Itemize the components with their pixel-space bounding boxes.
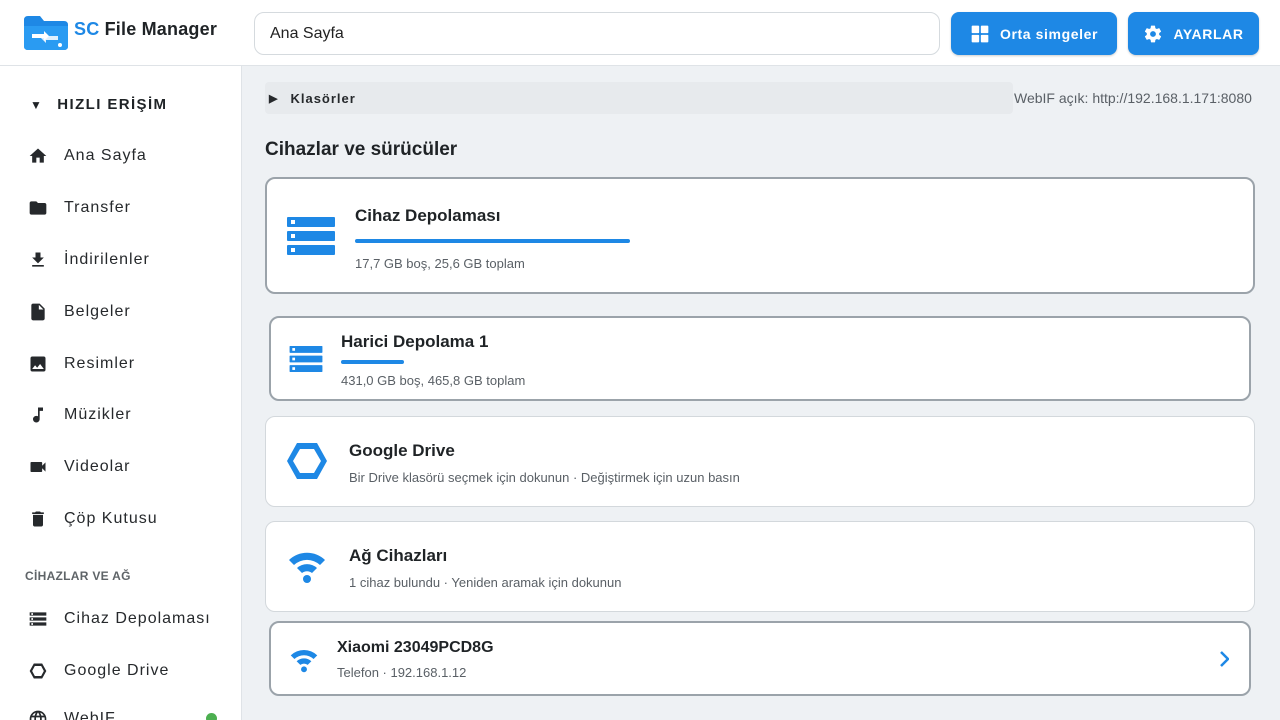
quick-access-header[interactable]: ▼ HIZLI ERİŞİM <box>30 96 167 113</box>
sidebar-item-google-drive[interactable]: Google Drive <box>28 656 169 686</box>
trash-icon <box>32 511 44 527</box>
app-title-rest: File Manager <box>99 19 218 39</box>
view-mode-button[interactable]: Orta simgeler <box>951 12 1117 55</box>
card-title: Ağ Cihazları <box>349 546 448 565</box>
folder-icon <box>29 201 47 215</box>
sidebar-item-label: WebIF <box>64 710 116 720</box>
gear-icon <box>1145 25 1162 42</box>
webif-status-dot <box>206 713 217 720</box>
image-icon <box>30 356 46 372</box>
sidebar-item-device-storage[interactable]: Cihaz Depolaması <box>28 604 211 634</box>
card-network-device-xiaomi[interactable]: Xiaomi 23049PCD8G Telefon · 192.168.1.12 <box>269 621 1251 696</box>
sidebar-item-label: Videolar <box>64 458 131 475</box>
settings-label: AYARLAR <box>1173 25 1244 42</box>
card-google-drive[interactable]: Google Drive Bir Drive klasörü seçmek iç… <box>265 416 1255 507</box>
drive-hexagon-icon <box>29 663 47 679</box>
app-title-prefix: SC <box>74 19 100 39</box>
card-subtitle: Telefon · 192.168.1.12 <box>337 665 467 680</box>
chevron-right-icon <box>1220 651 1229 667</box>
sidebar-item-label: Google Drive <box>64 662 170 679</box>
quick-access-title: HIZLI ERİŞİM <box>57 96 168 113</box>
drive-hexagon-icon <box>287 443 327 484</box>
storage-icon <box>289 346 323 377</box>
sidebar-item-documents[interactable]: Belgeler <box>28 297 131 327</box>
path-field[interactable]: Ana Sayfa <box>254 12 940 55</box>
card-subtitle: 431,0 GB boş, 465,8 GB toplam <box>341 373 526 388</box>
card-device-storage[interactable]: Cihaz Depolaması 17,7 GB boş, 25,6 GB to… <box>265 177 1255 294</box>
folders-label: Klasörler <box>290 90 356 106</box>
collapse-triangle-icon: ▼ <box>30 97 44 112</box>
sidebar-item-label: Çöp Kutusu <box>64 510 158 527</box>
grid-view-icon <box>971 25 989 42</box>
download-icon <box>32 252 44 267</box>
videocam-icon <box>30 462 46 472</box>
card-title: Cihaz Depolaması <box>355 206 501 225</box>
card-title: Xiaomi 23049PCD8G <box>337 639 494 656</box>
sidebar-item-images[interactable]: Resimler <box>28 349 135 379</box>
folders-toggle[interactable]: ▶ Klasörler <box>265 82 1013 114</box>
card-subtitle: 17,7 GB boş, 25,6 GB toplam <box>355 256 525 271</box>
card-subtitle: 1 cihaz bulundu · Yeniden aramak için do… <box>349 575 622 590</box>
card-external-storage[interactable]: Harici Depolama 1 431,0 GB boş, 465,8 GB… <box>269 316 1251 401</box>
sidebar-item-label: Cihaz Depolaması <box>64 610 211 627</box>
card-title: Harici Depolama 1 <box>341 332 489 351</box>
sidebar-item-label: Belgeler <box>64 303 131 320</box>
app-logo-icon <box>24 16 68 50</box>
storage-icon <box>287 217 335 260</box>
sidebar-item-videos[interactable]: Videolar <box>28 452 130 482</box>
card-title: Google Drive <box>349 441 455 460</box>
sidebar-item-transfer[interactable]: Transfer <box>28 193 131 223</box>
music-note-icon <box>33 407 43 423</box>
card-subtitle: Bir Drive klasörü seçmek için dokunun · … <box>349 470 740 485</box>
sidebar-item-label: Transfer <box>64 199 131 216</box>
app-title: SC File Manager <box>74 19 217 40</box>
sidebar-item-label: Resimler <box>64 355 136 372</box>
view-mode-label: Orta simgeler <box>999 25 1099 42</box>
expand-triangle-icon: ▶ <box>269 92 279 105</box>
sidebar: ▼ HIZLI ERİŞİM Ana Sayfa Transfer İndiri… <box>0 66 242 720</box>
sidebar-item-trash[interactable]: Çöp Kutusu <box>28 504 158 534</box>
sidebar-item-downloads[interactable]: İndirilenler <box>28 245 150 275</box>
sidebar-item-label: Ana Sayfa <box>64 147 147 164</box>
wifi-icon <box>287 546 327 589</box>
wifi-icon <box>289 645 319 678</box>
devices-section-title: CİHAZLAR VE AĞ <box>25 569 131 583</box>
storage-usage-bar <box>341 360 404 364</box>
home-icon <box>29 148 47 163</box>
storage-icon <box>29 612 47 626</box>
sidebar-item-label: Müzikler <box>64 406 132 423</box>
card-network-devices[interactable]: Ağ Cihazları 1 cihaz bulundu · Yeniden a… <box>265 521 1255 612</box>
sidebar-item-home[interactable]: Ana Sayfa <box>28 141 147 171</box>
sidebar-item-webif[interactable]: WebIF <box>28 704 116 720</box>
sidebar-item-music[interactable]: Müzikler <box>28 400 132 430</box>
section-title: Cihazlar ve sürücüler <box>265 139 458 160</box>
webif-status-text: WebIF açık: http://192.168.1.171:8080 <box>1014 90 1252 106</box>
storage-usage-bar <box>355 239 630 243</box>
globe-icon <box>29 710 47 720</box>
app-header: SC File Manager Ana Sayfa Orta simgeler … <box>0 0 1280 66</box>
settings-button[interactable]: AYARLAR <box>1128 12 1259 55</box>
sidebar-item-label: İndirilenler <box>64 251 150 268</box>
document-icon <box>31 303 45 321</box>
